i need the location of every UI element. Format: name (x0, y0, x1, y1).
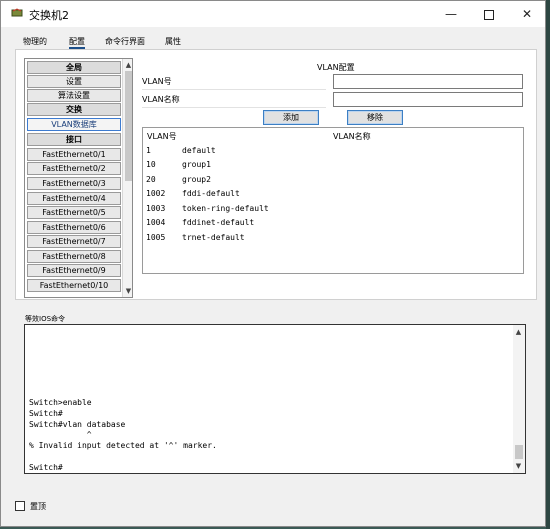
table-row[interactable]: 1002 fddi-default (143, 189, 523, 202)
nav-item-fa0-7[interactable]: FastEthernet0/7 (27, 235, 121, 248)
nav-header-interfaces: 接口 (27, 133, 121, 146)
column-header-vlan-id: VLAN号 (147, 132, 177, 141)
vlan-id-cell: 1002 (146, 189, 166, 198)
tab-physical[interactable]: 物理的 (23, 34, 47, 49)
scroll-down-icon[interactable]: ▼ (513, 461, 524, 471)
nav-header-switching: 交换 (27, 103, 121, 116)
vlan-table: VLAN号 VLAN名称 1 default 10 group1 20 grou… (142, 127, 524, 274)
nav-item-fa0-8[interactable]: FastEthernet0/8 (27, 250, 121, 263)
vlan-id-cell: 1005 (146, 233, 166, 242)
table-row[interactable]: 1003 token-ring-default (143, 204, 523, 217)
config-nav-list: 全局 设置 算法设置 交换 VLAN数据库 接口 FastEthernet0/1… (24, 58, 133, 298)
console-line: Switch#vlan database (29, 420, 126, 429)
vlan-name-cell: trnet-default (182, 233, 245, 242)
field-divider (142, 89, 326, 90)
console-line: Switch>enable (29, 398, 92, 407)
nav-scroll-thumb[interactable] (125, 71, 132, 181)
console-line: ^ (29, 430, 92, 439)
vlan-name-cell: fddinet-default (182, 218, 255, 227)
table-row[interactable]: 1004 fddinet-default (143, 218, 523, 231)
vlan-name-cell: default (182, 146, 216, 155)
window-title: 交换机2 (29, 9, 69, 22)
vlan-name-cell: group1 (182, 160, 211, 169)
vlan-number-input[interactable] (333, 74, 523, 89)
vlan-name-label: VLAN名称 (142, 95, 180, 104)
scroll-up-icon[interactable]: ▲ (513, 327, 524, 337)
close-icon: ✕ (521, 7, 533, 21)
vlan-id-cell: 1004 (146, 218, 166, 227)
scroll-down-icon[interactable]: ▼ (123, 286, 132, 296)
nav-item-fa0-2[interactable]: FastEthernet0/2 (27, 162, 121, 175)
tab-config[interactable]: 配置 (69, 34, 85, 49)
nav-item-fa0-10[interactable]: FastEthernet0/10 (27, 279, 121, 292)
vlan-id-cell: 1003 (146, 204, 166, 213)
maximize-button[interactable] (471, 1, 507, 27)
nav-item-vlan-database[interactable]: VLAN数据库 (27, 118, 121, 131)
stay-on-top-checkbox[interactable] (15, 501, 25, 511)
table-row[interactable]: 10 group1 (143, 160, 523, 173)
console-line: % Invalid input detected at '^' marker. (29, 441, 217, 450)
vlan-name-cell: token-ring-default (182, 204, 269, 213)
nav-item-settings[interactable]: 设置 (27, 75, 121, 88)
maximize-icon (484, 9, 494, 20)
title-bar: 交换机2 — ✕ (1, 1, 545, 27)
nav-item-fa0-1[interactable]: FastEthernet0/1 (27, 148, 121, 161)
ios-console[interactable]: Switch>enable Switch# Switch#vlan databa… (24, 324, 526, 474)
field-divider (142, 107, 326, 108)
minimize-icon: — (445, 7, 457, 21)
nav-item-fa0-3[interactable]: FastEthernet0/3 (27, 177, 121, 190)
remove-vlan-button[interactable]: 移除 (347, 110, 403, 125)
vlan-name-cell: fddi-default (182, 189, 240, 198)
stay-on-top-label: 置顶 (30, 502, 46, 511)
console-line: Switch# (29, 463, 63, 472)
nav-item-fa0-9[interactable]: FastEthernet0/9 (27, 264, 121, 277)
minimize-button[interactable]: — (433, 1, 469, 27)
nav-header-global: 全局 (27, 61, 121, 74)
vlan-name-input[interactable] (333, 92, 523, 107)
nav-scrollbar[interactable]: ▲ ▼ (122, 59, 132, 297)
switch-app-icon (11, 8, 23, 17)
vlan-id-cell: 20 (146, 175, 156, 184)
nav-item-algorithm-settings[interactable]: 算法设置 (27, 89, 121, 102)
tab-attributes[interactable]: 属性 (165, 34, 181, 49)
table-row[interactable]: 1005 trnet-default (143, 233, 523, 246)
add-vlan-button[interactable]: 添加 (263, 110, 319, 125)
console-scrollbar[interactable]: ▲ ▼ (513, 325, 525, 473)
scroll-up-icon[interactable]: ▲ (123, 60, 132, 70)
ios-commands-label: 等效IOS命令 (25, 315, 66, 323)
nav-item-fa0-4[interactable]: FastEthernet0/4 (27, 192, 121, 205)
table-row[interactable]: 20 group2 (143, 175, 523, 188)
vlan-id-cell: 1 (146, 146, 151, 155)
desktop-background (546, 0, 550, 529)
table-row[interactable]: 1 default (143, 146, 523, 159)
nav-item-fa0-5[interactable]: FastEthernet0/5 (27, 206, 121, 219)
close-button[interactable]: ✕ (509, 1, 545, 27)
vlan-id-cell: 10 (146, 160, 156, 169)
vlan-name-cell: group2 (182, 175, 211, 184)
vlan-config-title: VLAN配置 (317, 63, 355, 72)
vlan-number-label: VLAN号 (142, 77, 172, 86)
switch-config-window: 交换机2 — ✕ 物理的 配置 命令行界面 属性 全局 设置 算法设置 交换 V… (0, 0, 546, 527)
console-line: Switch# (29, 409, 63, 418)
column-header-vlan-name: VLAN名称 (333, 132, 371, 141)
console-scroll-thumb[interactable] (515, 445, 523, 459)
tab-cli[interactable]: 命令行界面 (105, 34, 145, 49)
nav-item-fa0-6[interactable]: FastEthernet0/6 (27, 221, 121, 234)
